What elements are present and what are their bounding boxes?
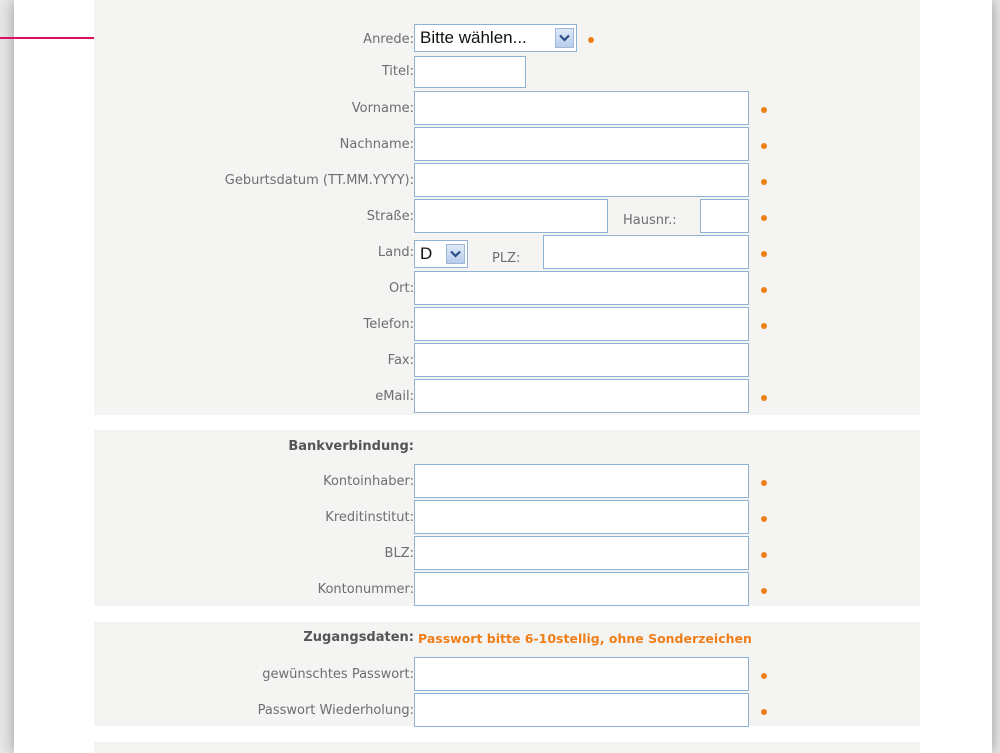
land-label: Land: [377,245,414,260]
required-dot-icon [588,37,594,43]
nachname-label: Nachname: [339,137,414,152]
chevron-down-icon[interactable] [446,244,465,264]
chevron-down-icon[interactable] [555,28,574,48]
kreditinstitut-input[interactable] [414,500,749,534]
kontoinhaber-label: Kontoinhaber: [323,474,414,489]
bank-heading: Bankverbindung: [288,439,414,454]
required-dot-icon [761,215,767,221]
password-hint: Passwort bitte 6-10stellig, ohne Sonderz… [418,631,752,646]
kreditinstitut-label: Kreditinstitut: [325,510,414,525]
kontonummer-input[interactable] [414,572,749,606]
ort-label: Ort: [388,281,414,296]
required-dot-icon [761,480,767,486]
required-dot-icon [761,516,767,522]
anrede-value: Bitte wählen... [420,28,527,47]
required-dot-icon [761,709,767,715]
email-label: eMail: [375,389,414,404]
ort-input[interactable] [414,271,749,305]
geburtsdatum-input[interactable] [414,163,749,197]
required-dot-icon [761,673,767,679]
passwort-wiederholung-input[interactable] [414,693,749,727]
email-input[interactable] [414,379,749,413]
next-section [94,742,920,753]
required-dot-icon [761,588,767,594]
telefon-input[interactable] [414,307,749,341]
anrede-select[interactable]: Bitte wählen... [414,24,577,52]
anrede-label: Anrede: [363,32,414,47]
fax-label: Fax: [387,353,414,368]
titel-input[interactable] [414,56,526,88]
blz-input[interactable] [414,536,749,570]
required-dot-icon [761,107,767,113]
required-dot-icon [761,287,767,293]
required-dot-icon [761,552,767,558]
required-dot-icon [761,323,767,329]
plz-input[interactable] [543,235,749,269]
required-dot-icon [761,251,767,257]
passwort-wiederholung-label: Passwort Wiederholung: [257,703,414,718]
hausnr-input[interactable] [700,199,749,233]
hausnr-label: Hausnr.: [623,213,677,228]
telefon-label: Telefon: [363,317,415,332]
kontoinhaber-input[interactable] [414,464,749,498]
land-value: D [420,244,433,263]
fax-input[interactable] [414,343,749,377]
strasse-label: Straße: [366,209,414,224]
vorname-label: Vorname: [351,101,414,116]
titel-label: Titel: [381,64,414,79]
kontonummer-label: Kontonummer: [317,582,414,597]
passwort-label: gewünschtes Passwort: [262,667,414,682]
geburtsdatum-label: Geburtsdatum (TT.MM.YYYY): [224,173,414,188]
strasse-input[interactable] [414,199,608,233]
nachname-input[interactable] [414,127,749,161]
land-select[interactable]: D [414,240,468,268]
passwort-input[interactable] [414,657,749,691]
blz-label: BLZ: [384,546,414,561]
access-heading: Zugangsdaten: [303,630,414,645]
plz-label: PLZ: [492,251,521,266]
required-dot-icon [761,179,767,185]
required-dot-icon [761,395,767,401]
required-dot-icon [761,143,767,149]
vorname-input[interactable] [414,91,749,125]
